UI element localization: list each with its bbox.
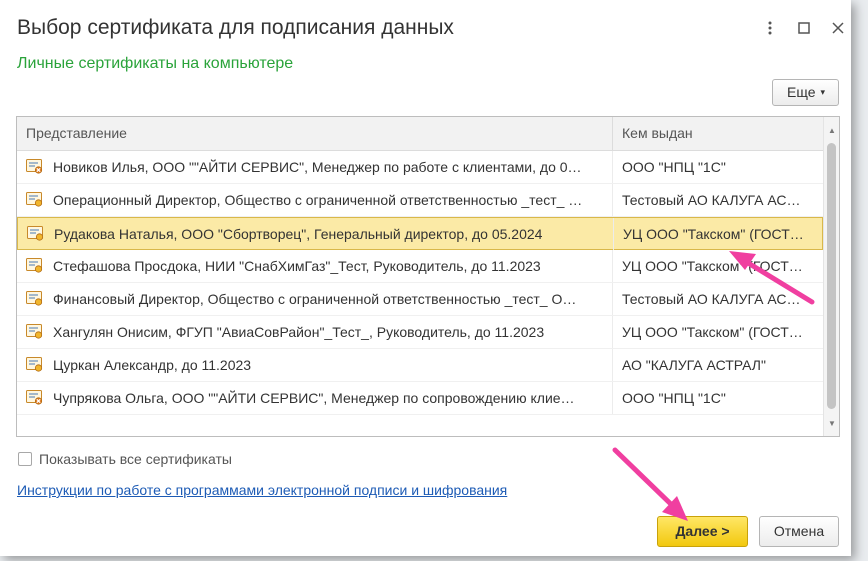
cell-issuer: УЦ ООО "Такском" (ГОСТ… [623,226,804,242]
maximize-icon[interactable] [794,16,814,40]
table-header: Представление Кем выдан [17,117,823,151]
cell-representation: Цуркан Александр, до 11.2023 [17,349,613,381]
table-row[interactable]: Новиков Илья, ООО ""АЙТИ СЕРВИС", Менедж… [17,151,823,184]
dialog-title: Выбор сертификата для подписания данных [17,16,454,39]
table-row[interactable]: Рудакова Наталья, ООО "Сбортворец", Гене… [17,217,823,250]
scroll-down-icon[interactable]: ▼ [824,416,839,432]
more-button-label: Еще [787,84,816,100]
instructions-link[interactable]: Инструкции по работе с программами элект… [17,482,507,498]
cell-issuer: Тестовый АО КАЛУГА АС… [622,192,801,208]
scrollbar-thumb[interactable] [827,143,836,409]
cell-representation: Хангулян Онисим, ФГУП "АвиаСовРайон"_Тес… [17,316,613,348]
next-button[interactable]: Далее > [657,516,748,547]
cell-issuer: УЦ ООО "Такском" (ГОСТ… [622,324,803,340]
cell-representation: Финансовый Директор, Общество с ограниче… [17,283,613,315]
show-all-label: Показывать все сертификаты [39,451,232,467]
cell-representation: Стефашова Просдока, НИИ "СнабХимГаз"_Тес… [17,250,613,282]
cell-issuer: УЦ ООО "Такском" (ГОСТ… [622,258,803,274]
vertical-scrollbar[interactable]: ▲ ▼ [823,117,839,436]
cell-representation: Рудакова Наталья, ООО "Сбортворец", Гене… [18,218,614,250]
show-all-checkbox-row[interactable]: Показывать все сертификаты [18,451,232,469]
more-vert-icon[interactable] [760,16,780,40]
cell-representation: Новиков Илья, ООО ""АЙТИ СЕРВИС", Менедж… [17,151,613,183]
more-button[interactable]: Еще ▾ [772,79,839,106]
show-all-checkbox[interactable] [18,452,32,467]
cell-representation: Операционный Директор, Общество с ограни… [17,184,613,216]
table-row[interactable]: Стефашова Просдока, НИИ "СнабХимГаз"_Тес… [17,250,823,283]
certificates-table: Представление Кем выдан Новиков Илья, ОО… [16,116,840,437]
table-row[interactable]: Хангулян Онисим, ФГУП "АвиаСовРайон"_Тес… [17,316,823,349]
table-row[interactable]: Цуркан Александр, до 11.2023 АО "КАЛУГА А… [17,349,823,382]
table-row[interactable]: Финансовый Директор, Общество с ограниче… [17,283,823,316]
cell-issuer: ООО "НПЦ "1С" [622,390,726,406]
close-icon[interactable] [828,16,848,40]
table-body: Новиков Илья, ООО ""АЙТИ СЕРВИС", Менедж… [17,151,823,415]
cell-issuer: АО "КАЛУГА АСТРАЛ" [622,357,766,373]
certificates-subtitle: Личные сертификаты на компьютере [17,55,294,72]
chevron-down-icon: ▾ [820,87,826,97]
scroll-up-icon[interactable]: ▲ [824,123,839,139]
cell-issuer: Тестовый АО КАЛУГА АС… [622,291,801,307]
certificate-dialog: Выбор сертификата для подписания данных … [0,0,851,556]
table-row[interactable]: Чупрякова Ольга, ООО ""АЙТИ СЕРВИС", Мен… [17,382,823,415]
column-header-representation[interactable]: Представление [17,117,613,150]
column-header-issuer[interactable]: Кем выдан [613,117,823,150]
table-row[interactable]: Операционный Директор, Общество с ограни… [17,184,823,217]
cell-issuer: ООО "НПЦ "1С" [622,159,726,175]
cell-representation: Чупрякова Ольга, ООО ""АЙТИ СЕРВИС", Мен… [17,382,613,414]
cancel-button[interactable]: Отмена [759,516,839,547]
